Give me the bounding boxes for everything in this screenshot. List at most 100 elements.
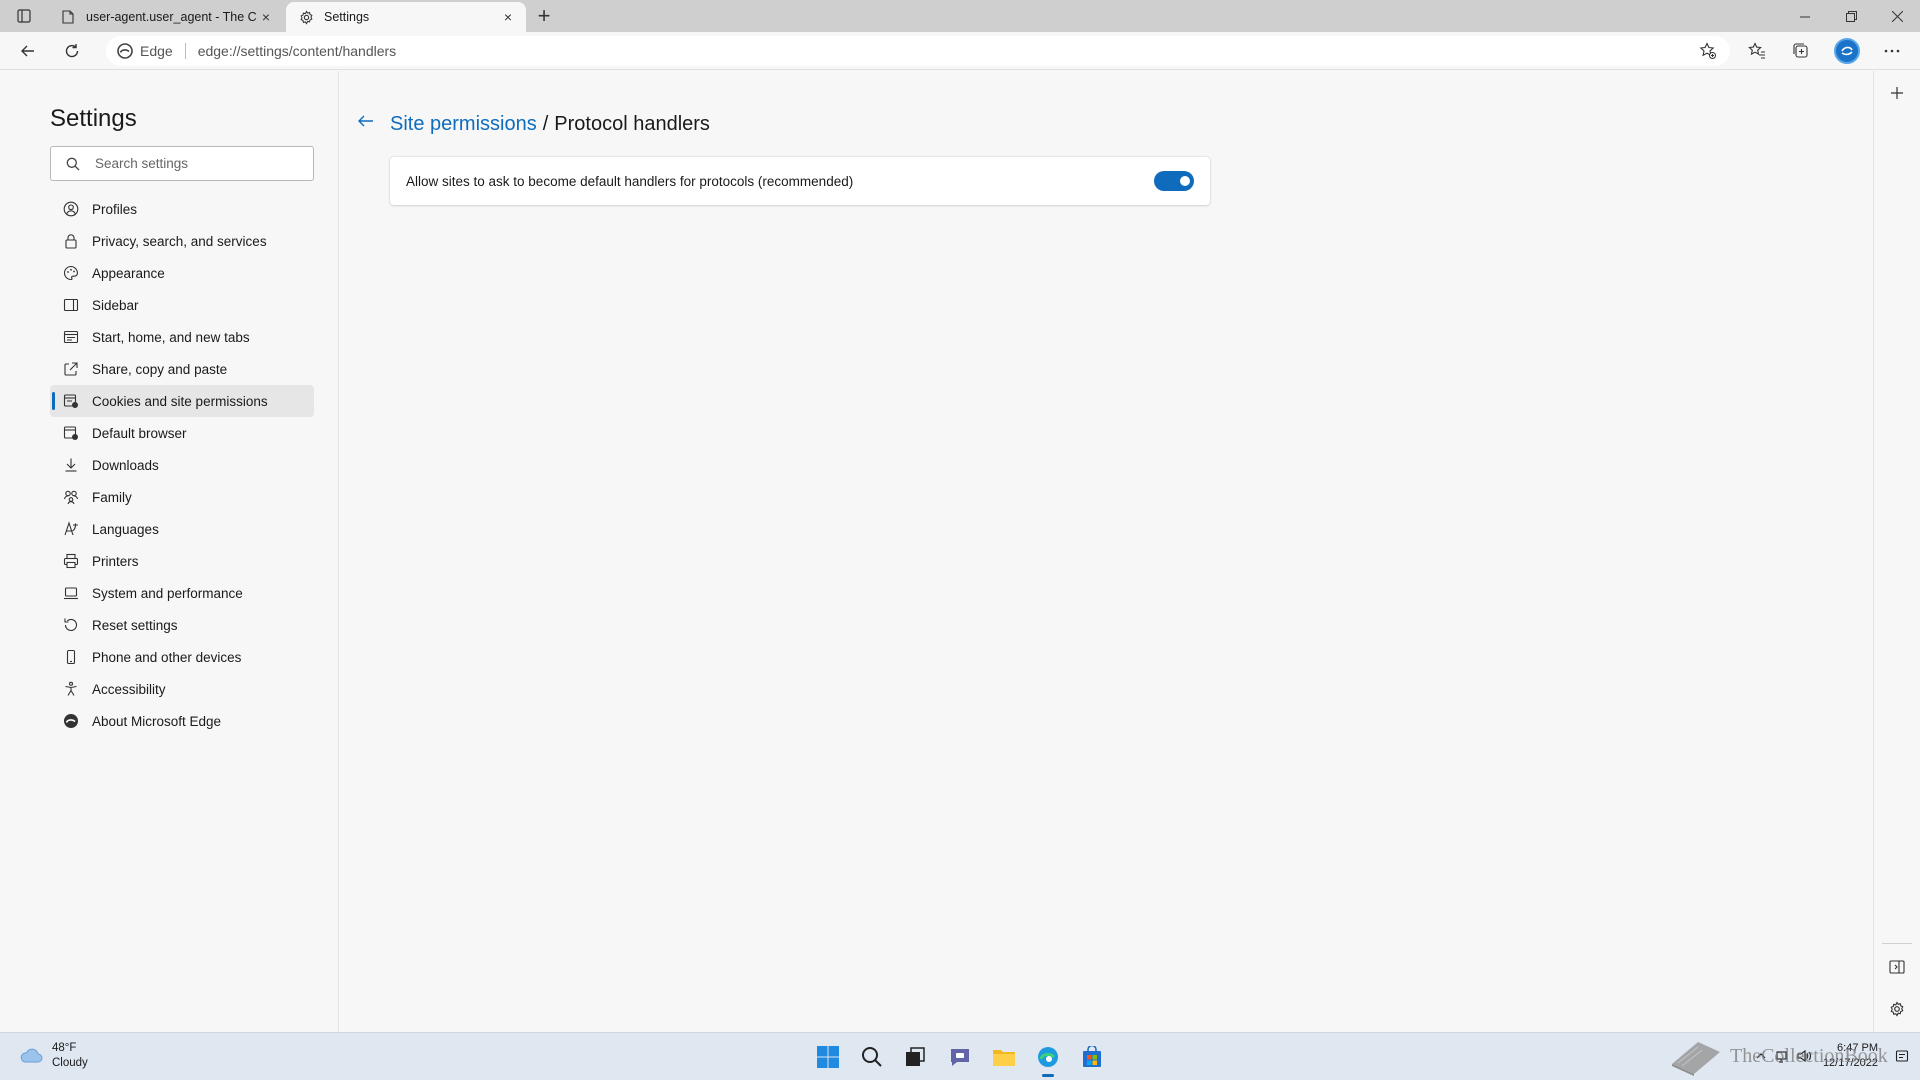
sidebar-item-printers[interactable]: Printers <box>50 545 314 577</box>
more-menu-button[interactable] <box>1877 37 1907 65</box>
gear-icon <box>298 9 314 25</box>
store-button[interactable] <box>1077 1042 1107 1072</box>
back-arrow-icon <box>21 45 34 57</box>
sidebar-item-profiles[interactable]: Profiles <box>50 193 314 225</box>
hide-sidebar-button[interactable] <box>1885 955 1909 979</box>
profile-avatar-button[interactable] <box>1834 38 1860 64</box>
sidebar-item-phone[interactable]: Phone and other devices <box>50 641 314 673</box>
minimize-button[interactable] <box>1782 0 1828 32</box>
sidebar-item-about[interactable]: About Microsoft Edge <box>50 705 314 737</box>
back-button[interactable] <box>13 37 43 65</box>
plus-icon <box>1891 87 1903 99</box>
close-window-button[interactable] <box>1874 0 1920 32</box>
sidebar-item-label: Profiles <box>92 201 138 217</box>
sidebar-item-accessibility[interactable]: Accessibility <box>50 673 314 705</box>
search-icon <box>65 156 81 172</box>
star-add-icon <box>1699 42 1716 59</box>
appearance-icon <box>62 264 80 282</box>
sidebar-item-label: Appearance <box>92 265 165 281</box>
folder-icon <box>993 1050 1015 1066</box>
back-to-site-permissions-button[interactable] <box>356 111 376 131</box>
taskbar-search-button[interactable] <box>857 1042 887 1072</box>
sidebar-item-system[interactable]: System and performance <box>50 577 314 609</box>
sidebar-item-sidebar[interactable]: Sidebar <box>50 289 314 321</box>
protocol-handlers-setting-card: Allow sites to ask to become default han… <box>390 157 1210 205</box>
windows-taskbar: 48°F Cloudy 6:47 PM 12/17/2022 <box>0 1032 1920 1080</box>
sidebar-item-label: Phone and other devices <box>92 649 242 665</box>
close-icon <box>1891 10 1903 22</box>
sidebar-item-appearance[interactable]: Appearance <box>50 257 314 289</box>
family-icon <box>62 488 80 506</box>
sidebar-item-languages[interactable]: Languages <box>50 513 314 545</box>
sidebar-item-label: Start, home, and new tabs <box>92 329 250 345</box>
tab-settings[interactable]: Settings × <box>286 2 526 32</box>
sidebar-item-cookies[interactable]: Cookies and site permissions <box>50 385 314 417</box>
sidebar-item-label: Default browser <box>92 425 187 441</box>
sidebar-add-button[interactable] <box>1885 81 1909 105</box>
refresh-button[interactable] <box>57 37 87 65</box>
browser-toolbar: Edge edge://settings/content/handlers <box>0 32 1920 70</box>
restore-button[interactable] <box>1828 0 1874 32</box>
profile-copilot-icon <box>1841 46 1853 56</box>
allow-protocol-handlers-toggle[interactable] <box>1154 171 1194 191</box>
document-icon <box>60 9 76 25</box>
task-view-button[interactable] <box>900 1042 930 1072</box>
sidebar-item-label: Privacy, search, and services <box>92 233 267 249</box>
search-settings-box[interactable] <box>50 146 314 181</box>
add-favorite-button[interactable] <box>1698 41 1718 61</box>
printer-icon <box>62 552 80 570</box>
toggle-knob <box>1180 176 1190 186</box>
tab-user-agent[interactable]: user-agent.user_agent - The Coll × <box>48 2 284 32</box>
breadcrumb-site-permissions-link[interactable]: Site permissions <box>390 113 537 136</box>
favorites-button[interactable] <box>1742 37 1772 65</box>
sidebar-item-label: Printers <box>92 553 139 569</box>
sidebar-item-share[interactable]: Share, copy and paste <box>50 353 314 385</box>
sidebar-item-reset[interactable]: Reset settings <box>50 609 314 641</box>
home-tabs-icon <box>62 328 80 346</box>
start-button[interactable] <box>813 1042 843 1072</box>
collections-button[interactable] <box>1786 37 1816 65</box>
restore-icon <box>1845 10 1857 22</box>
sidebar-item-label: System and performance <box>92 585 243 601</box>
sidebar-item-downloads[interactable]: Downloads <box>50 449 314 481</box>
sidebar-item-label: About Microsoft Edge <box>92 713 222 729</box>
sidebar-item-label: Family <box>92 489 132 505</box>
sidebar-settings-button[interactable] <box>1885 997 1909 1021</box>
back-arrow-icon <box>358 115 373 127</box>
sidebar-item-start-home[interactable]: Start, home, and new tabs <box>50 321 314 353</box>
profile-icon <box>62 200 80 218</box>
sidebar-item-privacy[interactable]: Privacy, search, and services <box>50 225 314 257</box>
file-explorer-button[interactable] <box>989 1042 1019 1072</box>
download-icon <box>62 456 80 474</box>
minimize-icon <box>1799 16 1810 17</box>
edge-taskbar-button[interactable] <box>1033 1042 1063 1077</box>
sidebar-item-label: Languages <box>92 521 159 537</box>
sidebar-item-default-browser[interactable]: Default browser <box>50 417 314 449</box>
tab-close-button[interactable]: × <box>256 7 276 27</box>
address-bar[interactable]: Edge edge://settings/content/handlers <box>106 36 1730 66</box>
notification-icon[interactable] <box>1894 1048 1910 1064</box>
tab-actions-button[interactable] <box>10 4 38 28</box>
sidebar-item-family[interactable]: Family <box>50 481 314 513</box>
sidebar-item-label: Accessibility <box>92 681 166 697</box>
weather-temp: 48°F <box>52 1042 77 1054</box>
search-input[interactable] <box>95 156 295 171</box>
reset-icon <box>62 616 80 634</box>
teams-chat-button[interactable] <box>945 1042 975 1072</box>
edge-sidebar-strip <box>1873 71 1920 1032</box>
search-icon <box>862 1047 882 1067</box>
languages-icon <box>62 520 80 538</box>
store-icon <box>1083 1046 1101 1067</box>
settings-content: Site permissions / Protocol handlers All… <box>340 71 1872 1032</box>
task-view-icon <box>906 1047 925 1066</box>
tab-close-button[interactable]: × <box>498 7 518 27</box>
weather-widget[interactable]: 48°F Cloudy <box>18 1041 88 1071</box>
refresh-icon <box>65 44 79 58</box>
url-text[interactable]: edge://settings/content/handlers <box>198 43 396 59</box>
weather-desc: Cloudy <box>52 1057 88 1069</box>
phone-icon <box>62 648 80 666</box>
new-tab-button[interactable]: + <box>532 3 556 28</box>
favorites-icon <box>1748 42 1765 59</box>
address-divider <box>184 43 186 59</box>
cookies-icon <box>62 392 80 410</box>
